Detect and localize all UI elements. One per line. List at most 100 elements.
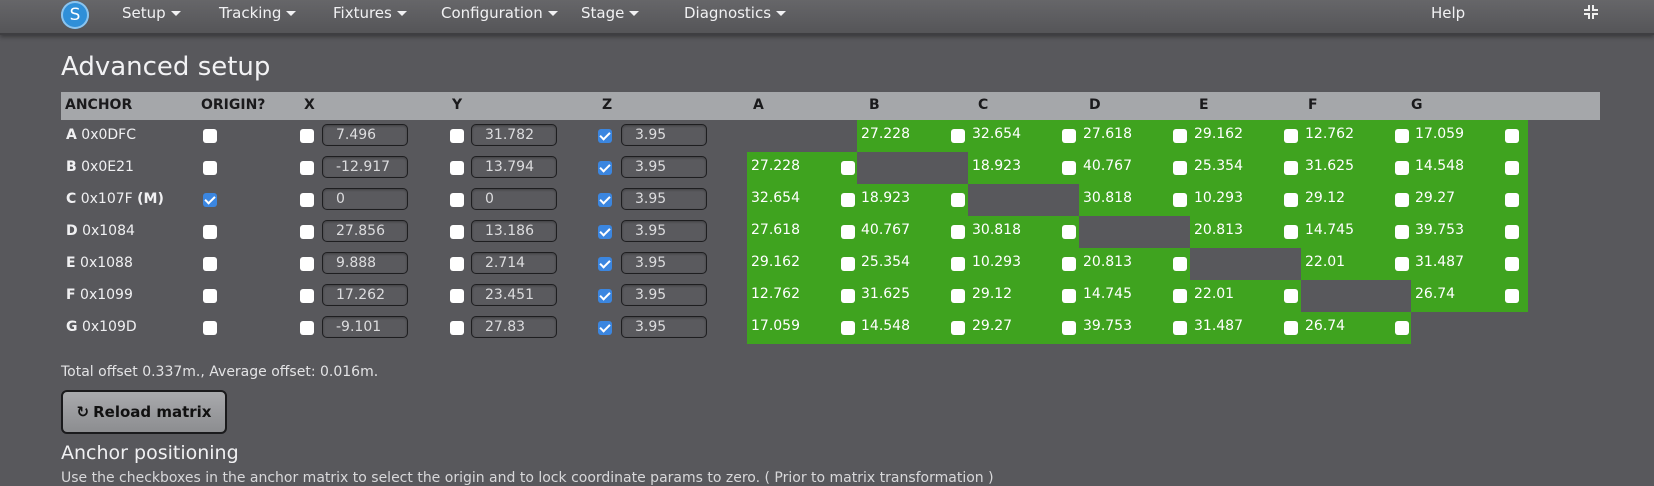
distance-checkbox[interactable] [1505, 193, 1519, 207]
coord-x-input[interactable]: 17.262 [322, 284, 408, 306]
distance-checkbox[interactable] [841, 257, 855, 271]
coord-z-input[interactable]: 3.95 [621, 252, 707, 274]
distance-checkbox[interactable] [1173, 289, 1187, 303]
coord-y-input[interactable]: 23.451 [471, 284, 557, 306]
menu-stage[interactable]: Stage [581, 4, 640, 22]
fullscreen-icon[interactable] [1584, 5, 1598, 19]
distance-checkbox[interactable] [1173, 129, 1187, 143]
lock-x-checkbox[interactable] [300, 129, 314, 143]
distance-checkbox[interactable] [1062, 257, 1076, 271]
menu-setup[interactable]: Setup [122, 4, 181, 22]
distance-checkbox[interactable] [1062, 289, 1076, 303]
distance-checkbox[interactable] [1505, 289, 1519, 303]
coord-z-input[interactable]: 3.95 [621, 156, 707, 178]
distance-checkbox[interactable] [951, 225, 965, 239]
lock-x-checkbox[interactable] [300, 289, 314, 303]
distance-checkbox[interactable] [1505, 129, 1519, 143]
lock-y-checkbox[interactable] [450, 225, 464, 239]
menu-tracking[interactable]: Tracking [219, 4, 297, 22]
distance-checkbox[interactable] [1062, 129, 1076, 143]
coord-x-input[interactable]: -12.917 [322, 156, 408, 178]
help-link[interactable]: Help [1431, 4, 1465, 22]
coord-z-input[interactable]: 3.95 [621, 124, 707, 146]
distance-checkbox[interactable] [1062, 321, 1076, 335]
coord-x-input[interactable]: 0 [322, 188, 408, 210]
distance-checkbox[interactable] [1505, 257, 1519, 271]
lock-z-checkbox[interactable] [598, 129, 612, 143]
coord-x-input[interactable]: 7.496 [322, 124, 408, 146]
distance-checkbox[interactable] [1062, 161, 1076, 175]
distance-checkbox[interactable] [1395, 225, 1409, 239]
origin-checkbox[interactable] [203, 289, 217, 303]
distance-checkbox[interactable] [1284, 129, 1298, 143]
distance-checkbox[interactable] [1062, 225, 1076, 239]
coord-z-input[interactable]: 3.95 [621, 316, 707, 338]
origin-checkbox[interactable] [203, 225, 217, 239]
origin-checkbox[interactable] [203, 321, 217, 335]
origin-checkbox[interactable] [203, 161, 217, 175]
lock-y-checkbox[interactable] [450, 193, 464, 207]
lock-y-checkbox[interactable] [450, 257, 464, 271]
app-logo[interactable]: S [61, 1, 89, 29]
lock-x-checkbox[interactable] [300, 257, 314, 271]
lock-z-checkbox[interactable] [598, 321, 612, 335]
lock-y-checkbox[interactable] [450, 161, 464, 175]
distance-checkbox[interactable] [951, 129, 965, 143]
lock-x-checkbox[interactable] [300, 225, 314, 239]
lock-z-checkbox[interactable] [598, 289, 612, 303]
distance-checkbox[interactable] [1284, 161, 1298, 175]
distance-checkbox[interactable] [1505, 161, 1519, 175]
coord-y-input[interactable]: 2.714 [471, 252, 557, 274]
reload-matrix-button[interactable]: ↻ Reload matrix [61, 390, 227, 434]
origin-checkbox[interactable] [203, 129, 217, 143]
distance-checkbox[interactable] [1284, 225, 1298, 239]
coord-y-input[interactable]: 13.186 [471, 220, 557, 242]
distance-checkbox[interactable] [1395, 321, 1409, 335]
coord-y-input[interactable]: 27.83 [471, 316, 557, 338]
lock-z-checkbox[interactable] [598, 225, 612, 239]
coord-y-input[interactable]: 13.794 [471, 156, 557, 178]
distance-checkbox[interactable] [1173, 321, 1187, 335]
distance-checkbox[interactable] [1395, 161, 1409, 175]
distance-checkbox[interactable] [951, 257, 965, 271]
distance-checkbox[interactable] [1284, 193, 1298, 207]
origin-checkbox[interactable] [203, 257, 217, 271]
lock-z-checkbox[interactable] [598, 257, 612, 271]
lock-z-checkbox[interactable] [598, 161, 612, 175]
distance-checkbox[interactable] [841, 321, 855, 335]
distance-checkbox[interactable] [951, 321, 965, 335]
lock-y-checkbox[interactable] [450, 129, 464, 143]
coord-z-input[interactable]: 3.95 [621, 188, 707, 210]
distance-checkbox[interactable] [841, 193, 855, 207]
lock-y-checkbox[interactable] [450, 289, 464, 303]
menu-fixtures[interactable]: Fixtures [333, 4, 407, 22]
menu-configuration[interactable]: Configuration [441, 4, 558, 22]
distance-checkbox[interactable] [841, 289, 855, 303]
distance-checkbox[interactable] [951, 289, 965, 303]
coord-y-input[interactable]: 31.782 [471, 124, 557, 146]
lock-x-checkbox[interactable] [300, 193, 314, 207]
distance-checkbox[interactable] [1173, 257, 1187, 271]
distance-checkbox[interactable] [1395, 193, 1409, 207]
coord-z-input[interactable]: 3.95 [621, 284, 707, 306]
distance-checkbox[interactable] [951, 193, 965, 207]
coord-z-input[interactable]: 3.95 [621, 220, 707, 242]
distance-checkbox[interactable] [1395, 257, 1409, 271]
lock-x-checkbox[interactable] [300, 161, 314, 175]
distance-checkbox[interactable] [1505, 225, 1519, 239]
lock-y-checkbox[interactable] [450, 321, 464, 335]
coord-x-input[interactable]: -9.101 [322, 316, 408, 338]
coord-x-input[interactable]: 27.856 [322, 220, 408, 242]
coord-y-input[interactable]: 0 [471, 188, 557, 210]
coord-x-input[interactable]: 9.888 [322, 252, 408, 274]
menu-diagnostics[interactable]: Diagnostics [684, 4, 787, 22]
lock-z-checkbox[interactable] [598, 193, 612, 207]
lock-x-checkbox[interactable] [300, 321, 314, 335]
distance-checkbox[interactable] [841, 225, 855, 239]
origin-checkbox[interactable] [203, 193, 217, 207]
distance-checkbox[interactable] [1173, 161, 1187, 175]
distance-checkbox[interactable] [1173, 193, 1187, 207]
distance-checkbox[interactable] [1284, 321, 1298, 335]
distance-checkbox[interactable] [1395, 129, 1409, 143]
distance-checkbox[interactable] [841, 161, 855, 175]
